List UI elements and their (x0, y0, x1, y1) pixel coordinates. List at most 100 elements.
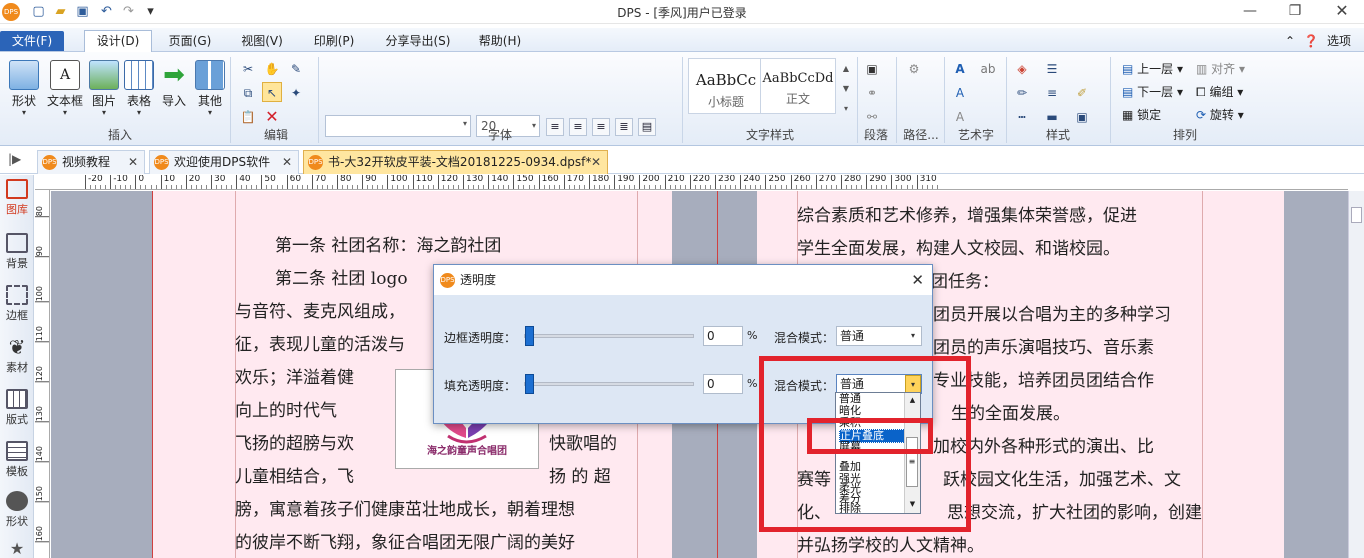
delete-icon[interactable]: ✕ (262, 106, 282, 126)
distribute-icon[interactable]: ▤ (638, 118, 656, 136)
line-color-icon[interactable]: ✏ (1012, 82, 1032, 102)
fill-color-icon[interactable]: ◈ (1012, 58, 1032, 78)
scrollbar-thumb[interactable] (1351, 207, 1362, 223)
brush-icon[interactable]: ✐ (1072, 82, 1092, 102)
border-opacity-input[interactable]: 0 (703, 326, 743, 346)
menu-print[interactable]: 印刷(P) (304, 31, 364, 51)
doc-text-line[interactable]: 学生全面发展，构建人文校园、和谐校园。 (797, 234, 1120, 259)
doc-text-line[interactable]: 快歌唱的 (549, 429, 617, 454)
paste-icon[interactable]: 📋 (238, 106, 258, 126)
close-window-icon[interactable]: ✕ (1322, 0, 1362, 24)
dash-style-icon[interactable]: ┅ (1012, 106, 1032, 126)
align-right-icon[interactable]: ≡ (592, 118, 610, 136)
art-shadow-icon[interactable]: A (950, 106, 970, 126)
border-blend-select[interactable]: 普通 ▾ (836, 326, 922, 346)
picture-button[interactable]: 图片 ▾ (86, 58, 122, 130)
minimize-icon[interactable]: — (1230, 0, 1270, 24)
doc-text-line[interactable]: 团员开展以合唱为主的多种学习 (933, 300, 1171, 325)
paragraph-settings-icon[interactable]: ▣ (862, 58, 882, 78)
doc-text-line[interactable]: 并弘扬学校的人文精神。 (797, 531, 984, 556)
style-more-icon[interactable]: ▾ (836, 98, 856, 118)
panel-shape[interactable]: 形状 (0, 491, 34, 529)
tab-welcome[interactable]: DPS 欢迎使用DPS软件 ✕ (149, 150, 299, 174)
doc-text-line[interactable]: 扬 的 超 (549, 462, 611, 487)
shadow-icon[interactable]: ▣ (1072, 106, 1092, 126)
table-button[interactable]: 表格 ▾ (121, 58, 157, 130)
doc-text-line[interactable]: 的彼岸不断飞翔，象征合唱团无限广阔的美好 (235, 528, 575, 553)
textbox-button[interactable]: A 文本框 ▾ (45, 58, 85, 130)
doc-text-line[interactable]: 第一条 社团名称：海之韵社团 (275, 231, 501, 256)
send-backward-button[interactable]: ▤ 下一层 ▾ (1122, 83, 1183, 100)
style-scroll-up-icon[interactable]: ▲ (836, 58, 856, 78)
fill-opacity-slider[interactable] (524, 374, 694, 394)
magic-wand-icon[interactable]: ✦ (286, 82, 306, 102)
doc-text-line[interactable]: 思想交流，扩大社团的影响，创建 (947, 498, 1202, 523)
menu-file[interactable]: 文件(F) (0, 31, 64, 51)
doc-text-line[interactable]: 综合素质和艺术修养，增强集体荣誉感，促进 (797, 201, 1137, 226)
cut-icon[interactable]: ✂ (238, 58, 258, 78)
fill-opacity-knob[interactable] (525, 374, 534, 394)
border-opacity-slider[interactable] (524, 326, 694, 346)
unlink-icon[interactable]: ⚯ (862, 106, 882, 126)
doc-text-line[interactable]: 团员的声乐演唱技巧、音乐素 (933, 333, 1154, 358)
justify-icon[interactable]: ≣ (615, 118, 633, 136)
art-text-icon[interactable]: A (950, 58, 970, 78)
menu-design[interactable]: 设计(D) (84, 30, 152, 52)
panel-toggle-icon[interactable]: |▶ (8, 152, 21, 166)
doc-text-line[interactable]: 团任务： (931, 267, 999, 292)
menu-view[interactable]: 视图(V) (232, 31, 292, 51)
tab-active-document[interactable]: DPS 书-大32开软皮平装-文档20181225-0934.dpsf* ✕ (303, 150, 608, 174)
menu-options[interactable]: 选项 (1322, 31, 1356, 51)
close-tab-icon[interactable]: ✕ (591, 151, 601, 173)
doc-text-line[interactable]: 征，表现儿童的活泼与 (235, 330, 405, 355)
dialog-close-icon[interactable]: ✕ (911, 271, 924, 289)
import-button[interactable]: ➡ 导入 (156, 58, 192, 130)
link-icon[interactable]: ⚭ (862, 82, 882, 102)
style-scroll-down-icon[interactable]: ▼ (836, 78, 856, 98)
panel-library[interactable]: 图库 (0, 179, 34, 217)
align-center-icon[interactable]: ≡ (569, 118, 587, 136)
font-family-select[interactable]: ▾ (325, 115, 471, 137)
align-left-icon[interactable]: ≡ (546, 118, 564, 136)
art-text-style-icon[interactable]: ab (978, 58, 998, 78)
doc-text-line[interactable]: 膀，寓意着孩子们健康茁壮地成长，朝着理想 (235, 495, 575, 520)
close-tab-icon[interactable]: ✕ (128, 151, 138, 173)
maximize-icon[interactable]: ❐ (1275, 0, 1315, 24)
arrow-style-icon[interactable]: ▬ (1042, 106, 1062, 126)
style-subtitle[interactable]: AaBbCc 小标题 (688, 58, 764, 114)
star-icon[interactable]: ★ (0, 539, 34, 558)
hand-icon[interactable]: ✋ (262, 58, 282, 78)
doc-text-line[interactable]: 向上的时代气 (235, 396, 337, 421)
border-opacity-knob[interactable] (525, 326, 534, 346)
menu-page[interactable]: 页面(G) (160, 31, 220, 51)
panel-border[interactable]: 边框 (0, 285, 34, 323)
art-outline-icon[interactable]: A (950, 82, 970, 102)
vertical-scrollbar[interactable] (1348, 191, 1364, 558)
style-body[interactable]: AaBbCcDd 正文 (760, 58, 836, 114)
group-button[interactable]: ⧠ 编组 ▾ (1196, 83, 1243, 100)
lock-button[interactable]: ▦ 锁定 (1122, 106, 1161, 123)
line-style-icon[interactable]: ☰ (1042, 58, 1062, 78)
collapse-ribbon-icon[interactable]: ⌃ (1280, 31, 1300, 51)
menu-share-export[interactable]: 分享导出(S) (378, 31, 458, 51)
format-painter-icon[interactable]: ✎ (286, 58, 306, 78)
path-gear-icon[interactable]: ⚙ (904, 58, 924, 78)
line-width-icon[interactable]: ≡ (1042, 82, 1062, 102)
doc-text-line[interactable]: 欢乐；洋溢着健 (235, 363, 354, 388)
bring-forward-button[interactable]: ▤ 上一层 ▾ (1122, 60, 1183, 77)
menu-help[interactable]: 帮助(H) (470, 31, 530, 51)
other-button[interactable]: 其他 ▾ (192, 58, 228, 130)
copy-icon[interactable]: ⧉ (238, 82, 258, 102)
align-button[interactable]: ▥ 对齐 ▾ (1196, 60, 1245, 77)
panel-background[interactable]: 背景 (0, 233, 34, 271)
select-pointer-icon[interactable]: ↖ (262, 82, 282, 102)
rotate-button[interactable]: ⟳ 旋转 ▾ (1196, 106, 1244, 123)
doc-text-line[interactable]: 第二条 社团 logo (275, 264, 408, 289)
doc-text-line[interactable]: 与音符、麦克风组成， (235, 297, 405, 322)
shape-button[interactable]: 形状 ▾ (6, 58, 42, 130)
close-tab-icon[interactable]: ✕ (282, 151, 292, 173)
panel-material[interactable]: ❦ 素材 (0, 337, 34, 375)
doc-text-line[interactable]: 儿童相结合，飞 (235, 462, 354, 487)
doc-text-line[interactable]: 飞扬的超膀与欢 (235, 429, 354, 454)
help-icon[interactable]: ❓ (1302, 31, 1320, 51)
